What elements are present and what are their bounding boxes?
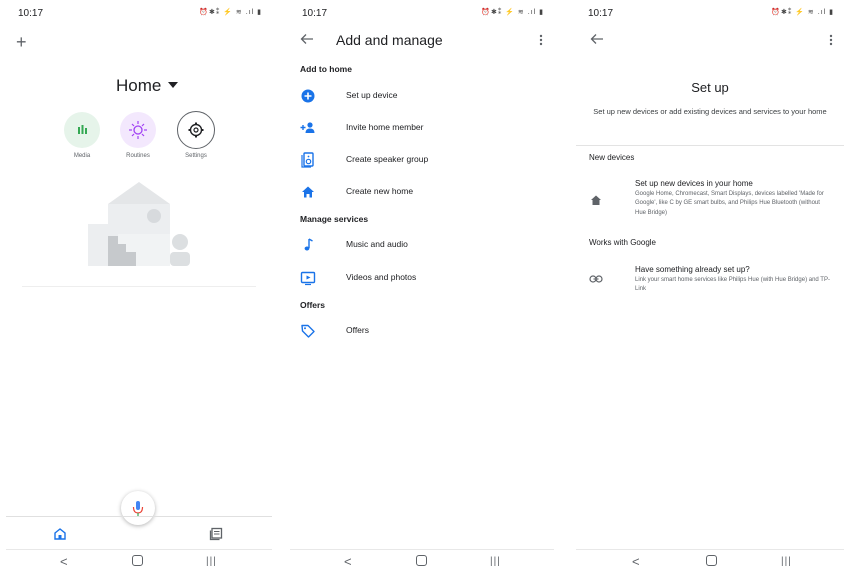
status-bar: 10:17 ⏰✱⁑ ⚡ ≋ .ıl ▮ [6, 6, 272, 20]
status-icons: ⏰✱⁑ ⚡ ≋ .ıl ▮ [481, 9, 544, 16]
works-with-google-row[interactable]: Have something already set up? Link your… [576, 262, 844, 298]
add-circle-icon [300, 88, 316, 104]
media-button[interactable] [64, 112, 100, 148]
page-title: Set up [691, 80, 729, 95]
menu-item-label: Offers [346, 325, 369, 335]
media-label: Media [73, 153, 91, 159]
nav-back-button[interactable]: < [60, 554, 68, 569]
menu-item-label: Create speaker group [346, 154, 429, 164]
menu-item-invite-member[interactable]: Invite home member [290, 116, 554, 142]
speaker-icon [300, 152, 316, 168]
home-title[interactable]: Home [116, 76, 161, 96]
section-manage-services: Manage services [300, 214, 369, 224]
status-time: 10:17 [302, 8, 328, 19]
nav-recents-button[interactable]: ||| [490, 556, 501, 567]
person-add-icon [300, 120, 316, 136]
home-tab-icon[interactable] [53, 527, 67, 541]
section-new-devices: New devices [589, 153, 635, 162]
page-title: Add and manage [336, 32, 443, 48]
status-time: 10:17 [588, 8, 614, 19]
status-bar: 10:17 ⏰✱⁑ ⚡ ≋ .ıl ▮ [576, 6, 844, 20]
system-nav-bar: < ||| [6, 549, 272, 574]
menu-item-create-speaker-group[interactable]: Create speaker group [290, 148, 554, 174]
link-icon [589, 274, 603, 284]
works-title: Have something already set up? [635, 265, 750, 274]
settings-label: Settings [185, 153, 207, 159]
settings-icon [188, 122, 204, 138]
system-nav-bar: < ||| [576, 549, 844, 574]
nav-recents-button[interactable]: ||| [781, 556, 792, 567]
back-icon[interactable] [300, 33, 314, 45]
menu-item-set-up-device[interactable]: Set up device [290, 84, 554, 110]
dropdown-icon[interactable] [168, 82, 178, 88]
video-icon [300, 270, 316, 286]
tag-icon [300, 323, 316, 339]
settings-button[interactable] [177, 111, 215, 149]
music-note-icon [300, 237, 316, 253]
menu-item-videos-photos[interactable]: Videos and photos [290, 266, 554, 292]
new-devices-title: Set up new devices in your home [635, 179, 753, 188]
status-icons: ⏰✱⁑ ⚡ ≋ .ıl ▮ [199, 9, 262, 16]
media-icon [78, 125, 87, 134]
status-time: 10:17 [18, 8, 44, 19]
set-up-screen: 10:17 ⏰✱⁑ ⚡ ≋ .ıl ▮ Set up Set up new de… [576, 0, 844, 574]
menu-item-label: Create new home [346, 186, 414, 196]
menu-item-label: Videos and photos [346, 272, 417, 282]
menu-item-label: Set up device [346, 90, 398, 100]
menu-item-label: Music and audio [346, 239, 408, 249]
menu-item-create-new-home[interactable]: Create new home [290, 180, 554, 206]
nav-back-button[interactable]: < [344, 554, 352, 569]
more-icon[interactable] [829, 34, 833, 46]
mic-button[interactable] [121, 491, 155, 525]
status-bar: 10:17 ⏰✱⁑ ⚡ ≋ .ıl ▮ [290, 6, 554, 20]
nav-home-button[interactable] [132, 555, 143, 566]
add-manage-screen: 10:17 ⏰✱⁑ ⚡ ≋ .ıl ▮ Add and manage Add t… [290, 0, 554, 574]
menu-item-label: Invite home member [346, 122, 424, 132]
add-icon[interactable]: + [16, 32, 27, 53]
routines-label: Routines [126, 153, 150, 159]
back-icon[interactable] [590, 33, 604, 45]
menu-item-offers[interactable]: Offers [290, 319, 554, 345]
feed-tab-icon[interactable] [209, 527, 223, 541]
section-add-to-home: Add to home [300, 64, 352, 74]
routines-icon [129, 121, 147, 139]
status-icons: ⏰✱⁑ ⚡ ≋ .ıl ▮ [771, 9, 834, 16]
routines-button[interactable] [120, 112, 156, 148]
divider [22, 286, 256, 287]
tab-bar-divider [6, 516, 272, 517]
nav-back-button[interactable]: < [632, 554, 640, 569]
works-desc: Link your smart home services like Phili… [635, 277, 830, 293]
system-nav-bar: < ||| [290, 549, 554, 574]
mic-icon [132, 501, 144, 516]
home-icon [590, 194, 602, 206]
page-subtitle: Set up new devices or add existing devic… [593, 107, 827, 116]
section-offers: Offers [300, 300, 326, 310]
more-icon[interactable] [539, 34, 543, 46]
menu-item-music-audio[interactable]: Music and audio [290, 233, 554, 259]
home-icon [300, 184, 316, 200]
nav-recents-button[interactable]: ||| [206, 556, 217, 567]
nav-home-button[interactable] [416, 555, 427, 566]
new-devices-desc: Google Home, Chromecast, Smart Displays,… [635, 191, 824, 216]
divider [576, 145, 844, 146]
home-illustration [84, 180, 196, 268]
home-screen: 10:17 ⏰✱⁑ ⚡ ≋ .ıl ▮ + Home Media Routine… [6, 0, 272, 574]
new-devices-row[interactable]: Set up new devices in your home Google H… [576, 176, 844, 224]
section-works-with-google: Works with Google [589, 238, 656, 247]
nav-home-button[interactable] [706, 555, 717, 566]
